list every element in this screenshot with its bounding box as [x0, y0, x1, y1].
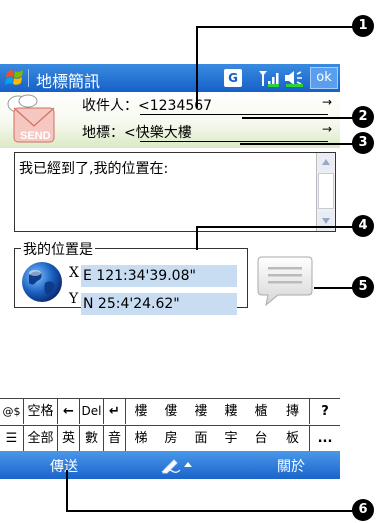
landmark-label: 地標： — [82, 125, 124, 141]
keyboard-row-1: @$ 空格 ← Del ↵ 樓 僂 褸 耬 樝 摶 ? — [0, 399, 340, 425]
callout-line-6-v — [66, 470, 68, 510]
candidate-key[interactable]: 面 — [186, 426, 216, 451]
landmark-underline — [140, 141, 328, 142]
candidate-key[interactable]: 宇 — [216, 426, 246, 451]
callout-badge-2: 2 — [352, 106, 374, 128]
chat-bubble-icon[interactable] — [256, 255, 314, 307]
callout-badge-6: 6 — [352, 499, 374, 521]
message-text[interactable]: 我已經到了,我的位置在: — [19, 158, 168, 178]
callout-line-1-v — [196, 26, 198, 108]
phonetic-key[interactable]: 音 — [104, 426, 126, 451]
send-label: SEND — [20, 130, 51, 142]
recipient-label: 收件人： — [82, 98, 138, 114]
callout-line-4 — [196, 226, 356, 228]
callout-line-1 — [196, 26, 356, 28]
recipient-underline — [140, 114, 328, 115]
x-label: X — [69, 265, 79, 281]
scroll-thumb[interactable] — [318, 173, 334, 209]
question-key[interactable]: ? — [310, 399, 340, 424]
delete-key[interactable]: Del — [80, 399, 104, 424]
landmark-row[interactable]: 地標：<快樂大樓 → — [82, 122, 332, 142]
callout-badge-5: 5 — [352, 276, 374, 298]
speaker-icon[interactable] — [283, 69, 305, 87]
screen: 地標簡訊 G ok SEND 收件人：<1234567 → 地標：<快樂大樓 →… — [0, 0, 381, 523]
callout-line-4-v — [196, 226, 198, 250]
down-arrow-icon — [322, 218, 330, 224]
message-header: SEND 收件人：<1234567 → 地標：<快樂大樓 → — [0, 92, 340, 148]
english-key[interactable]: 英 — [58, 426, 80, 451]
send-icon[interactable]: SEND — [4, 94, 58, 146]
candidate-key[interactable]: 梯 — [126, 426, 156, 451]
all-key[interactable]: 全部 — [24, 426, 58, 451]
enter-key[interactable]: ↵ — [104, 399, 126, 424]
recipient-value[interactable]: <1234567 — [138, 98, 212, 114]
recipient-arrow: → — [322, 95, 333, 109]
candidate-key[interactable]: 僂 — [156, 399, 186, 424]
about-menu[interactable]: 關於 — [277, 456, 305, 476]
recipient-row[interactable]: 收件人：<1234567 → — [82, 95, 332, 115]
my-location-legend: 我的位置是 — [21, 239, 95, 259]
pen-input-icon[interactable] — [160, 456, 194, 474]
up-arrow-icon — [322, 159, 330, 165]
callout-badge-4: 4 — [352, 215, 374, 237]
callout-line-3 — [240, 143, 356, 145]
callout-badge-3: 3 — [352, 132, 374, 154]
longitude-field[interactable]: E 121:34'39.08" — [81, 265, 237, 287]
space-key[interactable]: 空格 — [24, 399, 58, 424]
candidate-key[interactable]: 房 — [156, 426, 186, 451]
candidate-key[interactable]: 樝 — [246, 399, 276, 424]
candidate-key[interactable]: 摶 — [276, 399, 310, 424]
candidate-key[interactable]: 板 — [276, 426, 310, 451]
windows-flag-icon[interactable] — [4, 67, 26, 89]
latitude-field[interactable]: N 25:4'24.62" — [81, 293, 237, 315]
landmark-value[interactable]: <快樂大樓 — [124, 125, 192, 141]
backspace-key[interactable]: ← — [58, 399, 80, 424]
callout-badge-1: 1 — [352, 15, 374, 37]
globe-icon[interactable] — [21, 261, 63, 303]
candidate-key[interactable]: 台 — [246, 426, 276, 451]
message-scrollbar[interactable] — [316, 153, 335, 231]
signal-strength-icon[interactable] — [258, 69, 280, 87]
window-title: 地標簡訊 — [36, 72, 101, 91]
callout-line-2 — [242, 117, 356, 119]
g-status-icon[interactable]: G — [224, 69, 242, 87]
input-keyboard: @$ 空格 ← Del ↵ 樓 僂 褸 耬 樝 摶 ? ☰ 全部 英 數 音 梯… — [0, 398, 340, 451]
scroll-up-button[interactable] — [318, 154, 334, 172]
candidate-key[interactable]: 褸 — [186, 399, 216, 424]
y-label: Y — [69, 291, 79, 307]
callout-line-6 — [66, 510, 356, 512]
landmark-arrow: → — [322, 122, 333, 136]
menu-key[interactable]: ☰ — [0, 426, 24, 451]
message-textbox[interactable]: 我已經到了,我的位置在: — [14, 152, 336, 232]
number-key[interactable]: 數 — [80, 426, 104, 451]
title-bar: 地標簡訊 G ok — [0, 64, 340, 92]
more-key[interactable]: ... — [310, 426, 340, 451]
candidate-key[interactable]: 樓 — [126, 399, 156, 424]
symbol-key[interactable]: @$ — [0, 399, 24, 424]
ok-button[interactable]: ok — [310, 67, 338, 89]
title-separator — [28, 69, 29, 87]
callout-line-5 — [314, 287, 356, 289]
menu-bar: 傳送 關於 — [0, 451, 340, 479]
candidate-key[interactable]: 耬 — [216, 399, 246, 424]
keyboard-row-2: ☰ 全部 英 數 音 梯 房 面 宇 台 板 ... — [0, 425, 340, 451]
my-location-group: 我的位置是 X E 121:34'39.08" Y N 25:4'24.62" — [14, 239, 248, 315]
send-menu[interactable]: 傳送 — [50, 456, 78, 476]
